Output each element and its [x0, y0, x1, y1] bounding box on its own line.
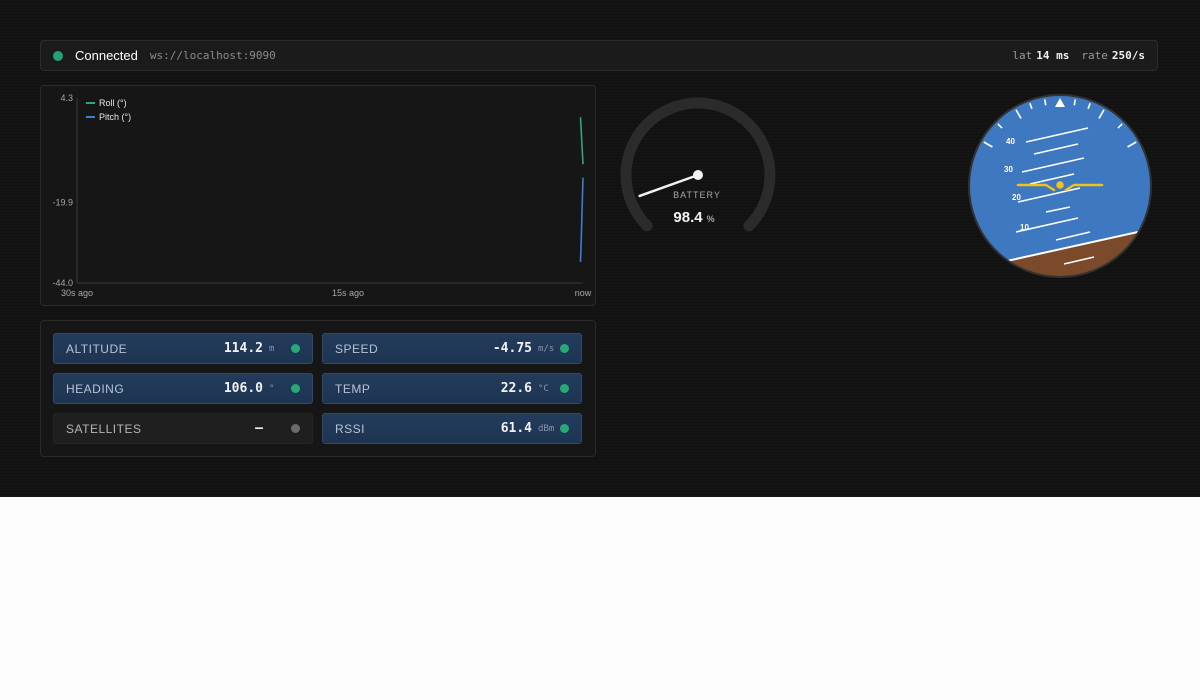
telemetry-dashboard: Connected ws://localhost:9090 lat 14 ms r… [0, 0, 1200, 497]
tile-label: RSSI [335, 421, 366, 436]
roll-pitch-chart: 4.3 -19.9 -44.0 30s ago 15s ago now Roll (°)… [52, 93, 592, 298]
tile-unit: m/s [538, 343, 555, 354]
bank-tick [1073, 99, 1077, 106]
tile-status-dot [560, 344, 569, 353]
battery-label: BATTERY [673, 190, 721, 200]
tile-label: TEMP [335, 381, 371, 396]
tile-label: ALTITUDE [66, 341, 128, 356]
attitude-indicator: 40 30 20 10 [968, 94, 1152, 278]
connection-url: ws://localhost:9090 [149, 49, 276, 62]
tile-value: -4.75 [492, 341, 532, 356]
telemetry-tile-altitude: ALTITUDE 114.2 m [53, 333, 313, 364]
series-line-1 [579, 177, 584, 262]
aircraft-center-dot [1056, 181, 1064, 189]
tile-value: 61.4 [500, 421, 532, 436]
connection-status-dot [53, 50, 63, 61]
telemetry-grid: ALTITUDE 114.2 m SPEED -4.75 m/s HEADING 106.0 °… [40, 320, 596, 457]
bank-tick [1043, 99, 1047, 106]
connection-status-bar: Connected ws://localhost:9090 lat 14 ms r… [40, 40, 1158, 71]
chart-legend: Roll (°) Pitch (°) [86, 98, 131, 122]
telemetry-tile-heading: HEADING 106.0 ° [53, 373, 313, 404]
legend-label: Roll (°) [99, 98, 127, 108]
chart-series [579, 117, 584, 262]
latency-metric: lat 14 ms [1012, 49, 1069, 62]
battery-unit: % [707, 214, 715, 224]
telemetry-tile-satellites: SATELLITES — [53, 413, 313, 444]
tile-value: 114.2 [223, 341, 263, 356]
battery-value-number: 98.4 [673, 209, 703, 226]
x-tick-label: 15s ago [332, 288, 364, 298]
tile-label: SATELLITES [66, 421, 142, 436]
rate-value: 250/s [1111, 49, 1145, 62]
tile-status-dot [560, 384, 569, 393]
tile-unit: m [269, 343, 275, 354]
tile-status-dot [560, 424, 569, 433]
tile-status-dot [291, 384, 300, 393]
series-line-0 [579, 117, 584, 165]
connection-status-label: Connected [75, 48, 138, 63]
rate-label: rate [1081, 49, 1108, 62]
y-tick-label: -19.9 [52, 198, 73, 208]
telemetry-tile-speed: SPEED -4.75 m/s [322, 333, 582, 364]
roll-pitch-chart-panel: 4.3 -19.9 -44.0 30s ago 15s ago now Roll (°)… [40, 85, 596, 306]
battery-gauge-track [620, 97, 776, 232]
tile-value: 22.6 [500, 381, 532, 396]
battery-value: 98.4% [673, 209, 714, 226]
tile-value: — [255, 421, 263, 436]
tile-unit: ° [269, 383, 275, 394]
latency-label: lat [1012, 49, 1033, 62]
tile-label: HEADING [66, 381, 125, 396]
x-tick-label: 30s ago [61, 288, 93, 298]
battery-gauge: BATTERY 98.4% [620, 97, 776, 232]
chart-x-ticks: 30s ago 15s ago now [61, 288, 592, 298]
pitch-label-30: 30 [1004, 165, 1013, 174]
link-metrics: lat 14 ms rate 250/s [1012, 49, 1145, 62]
x-tick-label: now [575, 288, 592, 298]
telemetry-tile-temp: TEMP 22.6 °C [322, 373, 582, 404]
pitch-label-10: 10 [1020, 223, 1029, 232]
rate-metric: rate 250/s [1081, 49, 1145, 62]
telemetry-tile-rssi: RSSI 61.4 dBm [322, 413, 582, 444]
y-tick-label: 4.3 [60, 93, 73, 103]
legend-label: Pitch (°) [99, 112, 131, 122]
blank-area [0, 497, 1200, 700]
pitch-label-40: 40 [1006, 137, 1015, 146]
tile-unit: °C [538, 383, 549, 394]
y-tick-label: -44.0 [52, 278, 73, 288]
latency-value: 14 ms [1036, 49, 1070, 62]
pitch-label-20: 20 [1012, 193, 1021, 202]
tile-unit: dBm [538, 423, 555, 434]
tile-value: 106.0 [223, 381, 263, 396]
tile-status-dot [291, 424, 300, 433]
tile-status-dot [291, 344, 300, 353]
chart-y-ticks: 4.3 -19.9 -44.0 [52, 93, 73, 288]
battery-gauge-hub [693, 170, 703, 180]
tile-label: SPEED [335, 341, 379, 356]
